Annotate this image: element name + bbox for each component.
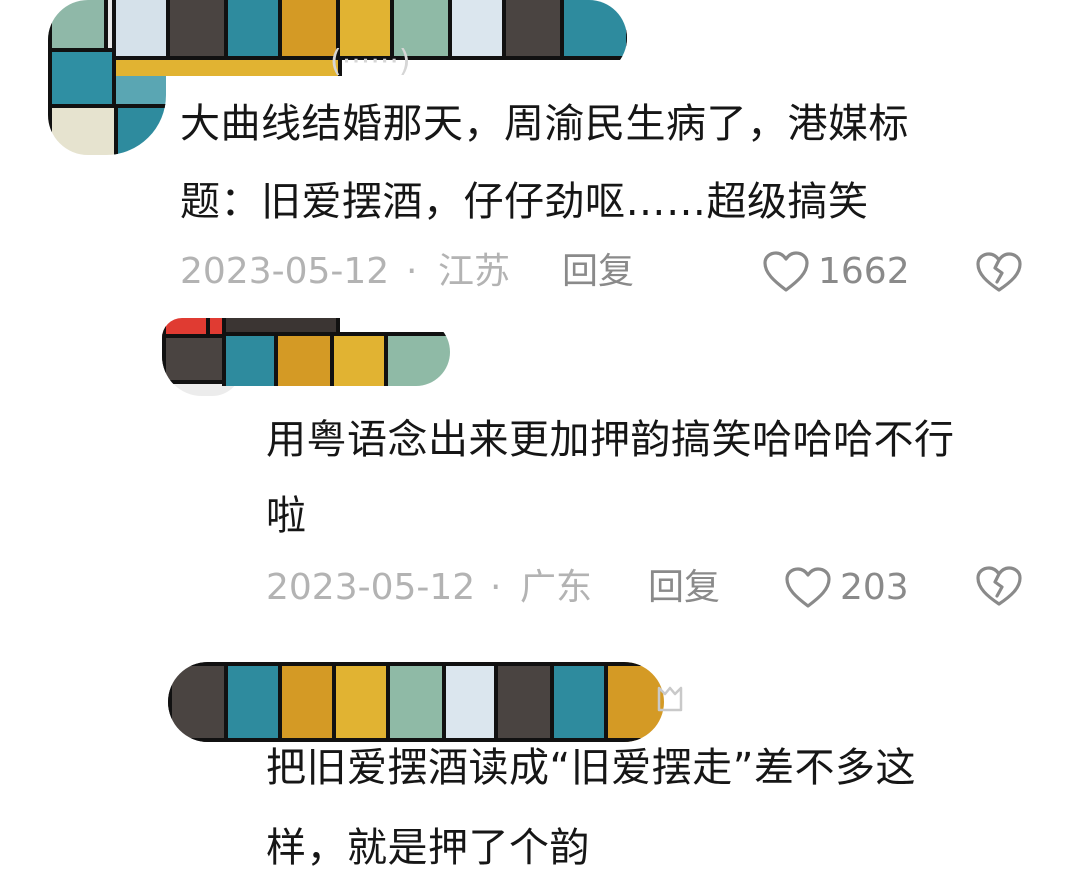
- redacted-username[interactable]: [222, 318, 450, 386]
- comment-text-line: 样，就是押了个韵: [266, 825, 590, 871]
- badge-icon: [656, 684, 684, 718]
- heart-outline-icon: [762, 250, 810, 294]
- comment-location: 江苏: [438, 251, 511, 292]
- reply-button[interactable]: 回复: [562, 250, 634, 294]
- comment-location: 广东: [520, 567, 593, 608]
- comment-date: 2023-05-12: [266, 567, 476, 608]
- like-button[interactable]: 203: [784, 566, 909, 610]
- reply-button[interactable]: 回复: [648, 566, 720, 610]
- meta-separator: ·: [406, 251, 418, 292]
- comment-date: 2023-05-12: [180, 251, 390, 292]
- like-count: 203: [840, 567, 909, 608]
- comment-text-line: 啦: [266, 493, 307, 539]
- broken-heart-icon[interactable]: [975, 566, 1023, 608]
- comment-text-line: 把旧爱摆酒读成“旧爱摆走”差不多这: [266, 745, 916, 791]
- like-button[interactable]: 1662: [762, 250, 910, 294]
- comment-text-line: 题：旧爱摆酒，仔仔劲呕……超级搞笑: [180, 179, 869, 225]
- meta-separator: ·: [490, 567, 502, 608]
- like-count: 1662: [818, 251, 910, 292]
- comment-text-line: 用粤语念出来更加押韵搞笑哈哈哈不行: [266, 417, 955, 463]
- comment-text-line: 大曲线结婚那天，周渝民生病了，港媒标: [180, 101, 909, 147]
- heart-outline-icon: [784, 566, 832, 610]
- faint-partial-text: (······): [330, 44, 411, 79]
- redacted-username[interactable]: [168, 662, 664, 742]
- broken-heart-icon[interactable]: [975, 252, 1023, 294]
